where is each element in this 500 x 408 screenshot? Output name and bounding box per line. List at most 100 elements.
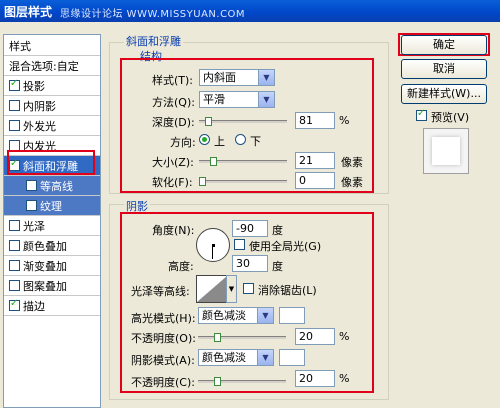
sidebar-item-checkbox[interactable]: [26, 180, 37, 191]
direction-up-radio[interactable]: [199, 134, 210, 145]
altitude-input[interactable]: 30: [232, 255, 268, 272]
sidebar-item-checkbox[interactable]: [9, 280, 20, 291]
styles-sidebar: 样式混合选项:自定投影内阴影外发光内发光斜面和浮雕等高线纹理光泽颜色叠加渐变叠加…: [3, 34, 101, 408]
chevron-down-icon: ▼: [257, 350, 273, 365]
shadow-mode-select[interactable]: 颜色减淡 ▼: [198, 349, 274, 366]
gloss-contour-dropdown[interactable]: ▼: [226, 275, 237, 303]
sidebar-item-checkbox[interactable]: [26, 200, 37, 211]
sidebar-item[interactable]: 渐变叠加: [4, 256, 100, 276]
angle-unit: 度: [272, 224, 283, 237]
sidebar-item-checkbox[interactable]: [9, 298, 20, 311]
technique-select-value: 平滑: [203, 93, 225, 106]
altitude-unit: 度: [272, 260, 283, 273]
sidebar-item-label: 外发光: [23, 119, 56, 133]
soften-slider-track: [199, 180, 287, 183]
technique-label: 方法(Q):: [152, 96, 195, 109]
sidebar-item-label: 纹理: [40, 199, 62, 213]
window-title: 图层样式: [4, 5, 53, 19]
sidebar-item[interactable]: 图案叠加: [4, 276, 100, 296]
sidebar-item-checkbox[interactable]: [9, 100, 20, 111]
depth-slider[interactable]: [199, 117, 287, 126]
sidebar-item[interactable]: 描边: [4, 296, 100, 316]
shadow-opacity-thumb[interactable]: [214, 377, 221, 386]
new-style-button[interactable]: 新建样式(W)...: [401, 84, 487, 104]
depth-label: 深度(D):: [152, 116, 195, 129]
sidebar-item-label: 内阴影: [23, 99, 56, 113]
technique-select[interactable]: 平滑 ▼: [199, 91, 275, 108]
sidebar-item-checkbox[interactable]: [9, 120, 20, 131]
shadow-opacity-unit: %: [339, 372, 350, 385]
sidebar-item-checkbox[interactable]: [9, 240, 20, 251]
title-bar: 图层样式 思缘设计论坛 WWW.MISSYUAN.COM: [0, 0, 500, 22]
sidebar-item[interactable]: 颜色叠加: [4, 236, 100, 256]
highlight-mode-select[interactable]: 颜色减淡 ▼: [198, 307, 274, 324]
highlight-opacity-thumb[interactable]: [214, 333, 221, 342]
preview-label: 预览(V): [431, 111, 470, 124]
size-label: 大小(Z):: [152, 156, 194, 169]
sidebar-item[interactable]: 纹理: [4, 196, 100, 216]
ok-button[interactable]: 确定: [401, 35, 487, 55]
sidebar-item[interactable]: 混合选项:自定: [4, 56, 100, 76]
cancel-button[interactable]: 取消: [401, 59, 487, 79]
sidebar-item-checkbox[interactable]: [9, 78, 20, 91]
chevron-down-icon: ▼: [258, 92, 274, 107]
direction-down-label: 下: [250, 135, 261, 148]
highlight-color-swatch[interactable]: [279, 307, 305, 324]
size-slider[interactable]: [199, 157, 287, 166]
size-slider-thumb[interactable]: [210, 157, 217, 166]
sidebar-item-label: 投影: [23, 79, 45, 93]
altitude-label: 高度:: [168, 260, 194, 273]
antialias-label: 消除锯齿(L): [258, 284, 317, 297]
soften-slider-thumb[interactable]: [199, 177, 206, 186]
size-input[interactable]: 21: [295, 152, 335, 169]
global-light-checkbox[interactable]: [234, 239, 245, 250]
sidebar-item-label: 等高线: [40, 179, 73, 193]
highlight-opacity-label: 不透明度(O):: [131, 332, 196, 345]
soften-slider[interactable]: [199, 177, 287, 186]
sidebar-item[interactable]: 样式: [4, 36, 100, 56]
sidebar-item[interactable]: 投影: [4, 76, 100, 96]
shadow-color-swatch[interactable]: [279, 349, 305, 366]
sidebar-item-label: 描边: [23, 299, 45, 313]
angle-label: 角度(N):: [152, 224, 195, 237]
sidebar-item-label: 渐变叠加: [23, 259, 67, 273]
contour-curve-icon: [197, 276, 227, 302]
direction-up-label: 上: [214, 135, 225, 148]
depth-unit: %: [339, 114, 350, 127]
highlight-opacity-track: [198, 336, 286, 339]
shadow-opacity-input[interactable]: 20: [295, 370, 335, 387]
gloss-contour-label: 光泽等高线:: [131, 285, 190, 298]
preview-swatch: [432, 137, 460, 165]
highlight-opacity-slider[interactable]: [198, 333, 286, 342]
sidebar-item-label: 样式: [9, 39, 31, 53]
angle-dial[interactable]: [196, 228, 230, 262]
sidebar-item[interactable]: 光泽: [4, 216, 100, 236]
highlight-opacity-input[interactable]: 20: [295, 328, 335, 345]
style-select[interactable]: 内斜面 ▼: [199, 69, 275, 86]
sidebar-item[interactable]: 外发光: [4, 116, 100, 136]
sidebar-item-label: 光泽: [23, 219, 45, 233]
sidebar-item-checkbox[interactable]: [9, 220, 20, 231]
depth-slider-track: [199, 120, 287, 123]
preview-checkbox[interactable]: [416, 108, 427, 121]
sidebar-item[interactable]: 等高线: [4, 176, 100, 196]
depth-slider-thumb[interactable]: [205, 117, 212, 126]
sidebar-item-label: 混合选项:自定: [9, 59, 79, 73]
shadow-opacity-slider[interactable]: [198, 377, 286, 386]
direction-down-radio[interactable]: [235, 134, 246, 145]
watermark-text: 思缘设计论坛 WWW.MISSYUAN.COM: [60, 9, 246, 20]
bevel-section-title: 斜面和浮雕: [124, 33, 183, 49]
highlight-opacity-unit: %: [339, 330, 350, 343]
global-light-label: 使用全局光(G): [249, 240, 322, 253]
sidebar-item-checkbox[interactable]: [9, 260, 20, 271]
highlight-frame-sidebar: [7, 150, 95, 175]
soften-input[interactable]: 0: [295, 172, 335, 189]
chevron-down-icon: ▼: [228, 285, 235, 293]
chevron-down-icon: ▼: [258, 70, 274, 85]
depth-input[interactable]: 81: [295, 112, 335, 129]
antialias-checkbox[interactable]: [243, 283, 254, 294]
size-unit: 像素: [341, 156, 363, 169]
gloss-contour-preview[interactable]: [196, 275, 228, 303]
angle-input[interactable]: -90: [232, 220, 268, 237]
sidebar-item[interactable]: 内阴影: [4, 96, 100, 116]
